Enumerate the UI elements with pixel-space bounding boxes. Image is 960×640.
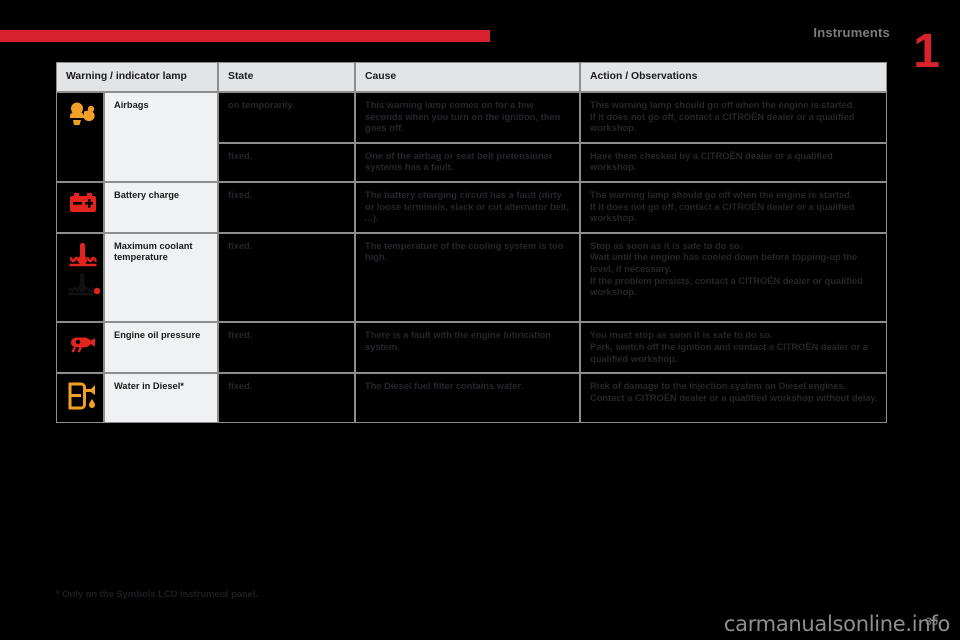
table-row: Battery charge fixed. The battery charging… xyxy=(56,181,888,233)
column-header-state: State xyxy=(218,62,356,92)
lamp-action-cell: Risk of damage to the injection system o… xyxy=(580,373,888,423)
table-row: Water in Diesel* fixed. The Diesel fuel fi… xyxy=(56,373,888,423)
lamp-cause-cell: One of the airbag or seat belt pretensio… xyxy=(355,142,581,182)
warning-lamp-icon-cell xyxy=(56,181,104,233)
lamp-state-cell: fixed. xyxy=(218,181,356,233)
warning-lamps-table: Warning / indicator lamp State Cause Act… xyxy=(56,62,888,423)
header-red-bar xyxy=(0,30,490,42)
lamp-action-cell: The warning lamp should go off when the … xyxy=(580,181,888,233)
warning-lamp-name: Maximum coolant temperature xyxy=(104,232,219,323)
warning-lamp-name: Airbags xyxy=(104,92,219,182)
lamp-cause-cell: There is a fault with the engine lubrica… xyxy=(355,322,581,374)
manual-page: Instruments 1 Warning / indicator lamp S… xyxy=(0,0,960,640)
engine-oil-pressure-icon xyxy=(66,330,100,360)
lamp-action-cell: This warning lamp should go off when the… xyxy=(580,92,888,143)
lamp-action-cell: Stop as soon as it is safe to do so. Wait… xyxy=(580,232,888,323)
table-footnote: * Only on the Symbols LCD instrument pan… xyxy=(56,588,259,599)
airbag-warning-icon xyxy=(66,100,100,130)
lamp-cause-cell: The Diesel fuel filter contains water. xyxy=(355,373,581,423)
lamp-state-cell: fixed. xyxy=(218,322,356,374)
table-row: Engine oil pressure fixed. There is a faul… xyxy=(56,322,888,374)
water-in-diesel-icon xyxy=(66,381,100,411)
coolant-temperature-icon xyxy=(66,241,100,311)
lamp-cause-cell: The battery charging circuit has a fault… xyxy=(355,181,581,233)
column-header-warning-lamp: Warning / indicator lamp xyxy=(56,62,219,92)
lamp-cause-cell: The temperature of the cooling system is… xyxy=(355,232,581,323)
lamp-state-cell: fixed. xyxy=(218,373,356,423)
chapter-number: 1 xyxy=(913,25,940,78)
table-body: Airbags on temporarily. This warning lamp … xyxy=(56,92,888,423)
lamp-action-cell: Have them checked by a CITROËN dealer or… xyxy=(580,142,888,182)
warning-lamp-icon-cell xyxy=(56,373,104,423)
table-row: Maximum coolant temperature fixed. The tem… xyxy=(56,232,888,323)
lamp-cause-cell: This warning lamp comes on for a few sec… xyxy=(355,92,581,143)
lamp-state-cell: on temporarily. xyxy=(218,92,356,143)
column-header-cause: Cause xyxy=(355,62,581,92)
lamp-action-cell: You must stop as soon it is safe to do s… xyxy=(580,322,888,374)
warning-lamp-icon-cell xyxy=(56,232,104,323)
warning-lamp-icon-cell xyxy=(56,92,104,182)
battery-charge-icon xyxy=(66,190,100,220)
column-header-action: Action / Observations xyxy=(580,62,888,92)
lamp-state-cell: fixed. xyxy=(218,232,356,323)
warning-lamp-name: Water in Diesel* xyxy=(104,373,219,423)
warning-lamps-table-wrapper: Warning / indicator lamp State Cause Act… xyxy=(56,62,888,423)
table-header-row: Warning / indicator lamp State Cause Act… xyxy=(56,62,888,92)
site-watermark: carmanualsonline.info xyxy=(723,612,950,636)
table-row: Airbags on temporarily. This warning lamp … xyxy=(56,92,888,182)
table-header: Warning / indicator lamp State Cause Act… xyxy=(56,62,888,92)
section-title: Instruments xyxy=(813,25,890,40)
warning-lamp-name: Battery charge xyxy=(104,181,219,233)
warning-lamp-icon-cell xyxy=(56,322,104,374)
lamp-state-cell: fixed. xyxy=(218,142,356,182)
warning-lamp-name: Engine oil pressure xyxy=(104,322,219,374)
